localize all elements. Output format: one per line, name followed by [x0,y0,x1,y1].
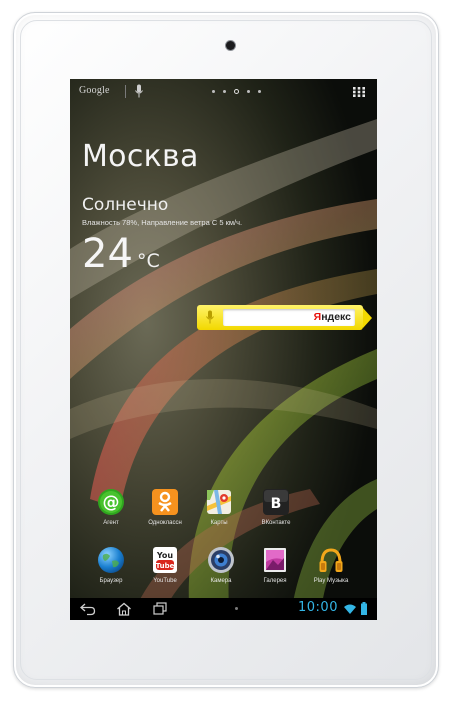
home-icon[interactable] [116,602,132,616]
navbar-menu-dot [235,607,238,610]
app-label: YouTube [153,578,177,584]
weather-details: Влажность 78%, Направление ветра С 5 км/… [82,218,243,227]
globe-icon [98,547,124,573]
app-maps[interactable]: Карты [191,488,247,538]
page-dot [258,90,261,93]
headphones-icon [319,548,343,572]
app-label: Галерея [263,578,287,584]
yandex-logo: Яндекс [313,311,351,323]
back-icon[interactable] [80,602,96,616]
svg-text:Tube: Tube [156,562,175,570]
at-sign-icon: @ [98,489,124,515]
yandex-search-widget[interactable]: Яндекс [197,305,372,330]
app-label: ВКонтакте [261,520,291,526]
app-vkontakte[interactable]: B ВКонтакте [248,488,304,538]
page-dot-current [234,89,239,94]
app-label: Браузер [99,578,123,584]
vk-icon: B [263,489,289,515]
maps-icon [207,490,231,514]
tablet-screen: Google Москва Солнечно Влажность 78%, На… [70,79,377,620]
page-dot [212,90,215,93]
mic-icon[interactable] [134,84,144,99]
app-label: Одноклассн [148,520,182,526]
search-divider [125,85,126,98]
app-play-music[interactable]: Play Музыка [303,546,359,596]
yandex-search-input[interactable]: Яндекс [223,309,355,326]
wifi-icon [344,604,356,614]
weather-temperature-unit: °C [137,250,160,272]
youtube-icon: You Tube [153,547,177,573]
weather-city: Москва [82,139,199,174]
app-label: Агент [103,520,119,526]
status-clock[interactable]: 10:00 [298,600,338,615]
weather-temperature: 24 [82,231,133,277]
svg-text:You: You [156,551,174,560]
page-dot [223,90,226,93]
system-navigation-bar: 10:00 [70,598,377,620]
camera-lens-icon [208,547,234,573]
mic-icon[interactable] [205,310,215,325]
home-page-indicator [212,89,261,95]
google-search-label[interactable]: Google [79,85,110,96]
app-label: Карты [210,520,228,526]
app-browser[interactable]: Браузер [83,546,139,596]
all-apps-grid-icon[interactable] [353,87,365,97]
svg-text:@: @ [103,493,120,513]
app-agent[interactable]: @ Агент [83,488,139,538]
app-odnoklassniki[interactable]: Одноклассн [137,488,193,538]
app-label: Play Музыка [313,578,349,584]
app-youtube[interactable]: You Tube YouTube [137,546,193,596]
weather-condition: Солнечно [82,195,169,215]
recents-icon[interactable] [152,602,168,616]
svg-text:B: B [271,496,282,512]
page-dot [247,90,250,93]
app-camera[interactable]: Камера [193,546,249,596]
app-gallery[interactable]: Галерея [247,546,303,596]
battery-icon [361,602,367,615]
top-bar: Google [70,79,377,105]
odnoklassniki-icon [152,489,178,515]
gallery-icon [264,548,286,572]
app-label: Камера [210,578,232,584]
front-camera [226,41,235,50]
